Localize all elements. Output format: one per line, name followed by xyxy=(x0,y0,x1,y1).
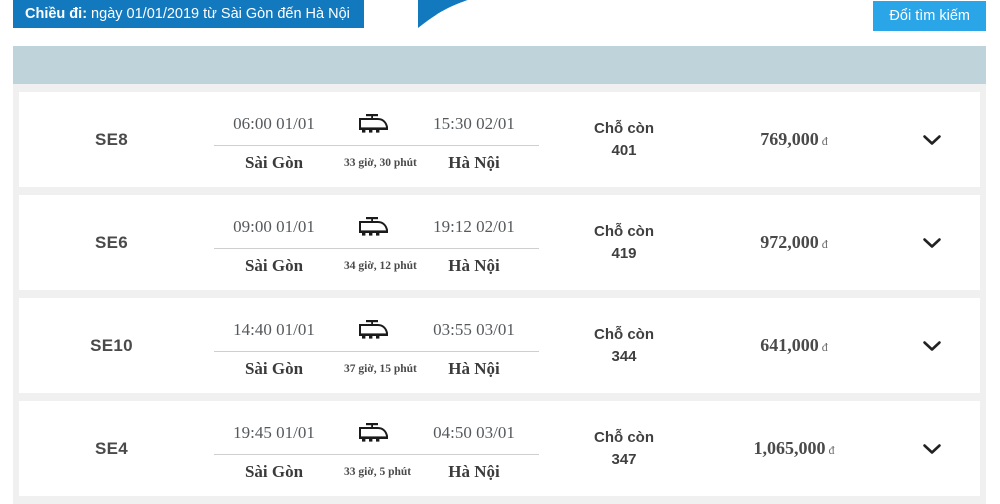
arrive-station: Hà Nội xyxy=(448,359,500,378)
journey-stations: Sài Gòn 33 giờ, 5 phút Hà Nội xyxy=(204,457,544,487)
table-row[interactable]: SE8 06:00 01/01 15:30 02/01 Sài Gòn 33 g… xyxy=(19,92,980,187)
seats-count: 344 xyxy=(611,347,637,365)
depart-station: Sài Gòn xyxy=(244,462,304,481)
train-code: SE8 xyxy=(94,129,129,149)
depart-station: Sài Gòn xyxy=(244,359,304,378)
results-panel: SE8 06:00 01/01 15:30 02/01 Sài Gòn 33 g… xyxy=(13,46,986,504)
chevron-down-icon xyxy=(922,236,942,250)
trip-direction-banner: Chiều đi: ngày 01/01/2019 từ Sài Gòn đến… xyxy=(13,0,364,28)
price-value: 641,000 xyxy=(760,335,819,355)
price-value: 769,000 xyxy=(760,129,819,149)
depart-time: 14:40 01/01 xyxy=(233,320,315,339)
train-code: SE4 xyxy=(94,438,129,458)
journey-stations: Sài Gòn 34 giờ, 12 phút Hà Nội xyxy=(204,251,544,281)
change-search-button[interactable]: Đổi tìm kiếm xyxy=(873,1,986,31)
journey-divider xyxy=(214,145,539,146)
banner-detail: ngày 01/01/2019 từ Sài Gòn đến Hà Nội xyxy=(87,6,350,22)
train-code: SE6 xyxy=(94,232,129,252)
journey-times: 14:40 01/01 03:55 03/01 xyxy=(204,318,544,342)
seats-count: 419 xyxy=(611,244,637,262)
journey-summary: 19:45 01/01 04:50 03/01 Sài Gòn 33 giờ, … xyxy=(204,401,544,496)
journey-stations: Sài Gòn 33 giờ, 30 phút Hà Nội xyxy=(204,148,544,178)
price-currency: đ xyxy=(821,340,828,354)
depart-time: 09:00 01/01 xyxy=(233,217,315,236)
journey-summary: 14:40 01/01 03:55 03/01 Sài Gòn 37 giờ, … xyxy=(204,298,544,393)
price-currency: đ xyxy=(821,237,828,251)
seats-label: Chỗ còn xyxy=(594,428,654,446)
expand-row-button[interactable] xyxy=(884,236,980,250)
arrive-time: 03:55 03/01 xyxy=(433,320,515,339)
chevron-down-icon xyxy=(922,442,942,456)
seats-label: Chỗ còn xyxy=(594,119,654,137)
arrive-time: 15:30 02/01 xyxy=(433,114,515,133)
journey-divider xyxy=(214,351,539,352)
results-list: SE8 06:00 01/01 15:30 02/01 Sài Gòn 33 g… xyxy=(13,84,986,496)
table-row[interactable]: SE4 19:45 01/01 04:50 03/01 Sài Gòn 33 g… xyxy=(19,401,980,496)
journey-stations: Sài Gòn 37 giờ, 15 phút Hà Nội xyxy=(204,354,544,384)
ticket-price: 769,000 đ xyxy=(704,129,884,150)
seats-label: Chỗ còn xyxy=(594,325,654,343)
depart-time: 19:45 01/01 xyxy=(233,423,315,442)
table-row[interactable]: SE6 09:00 01/01 19:12 02/01 Sài Gòn 34 g… xyxy=(19,195,980,290)
depart-station: Sài Gòn xyxy=(244,256,304,275)
journey-summary: 06:00 01/01 15:30 02/01 Sài Gòn 33 giờ, … xyxy=(204,92,544,187)
arrive-station: Hà Nội xyxy=(448,153,500,172)
chevron-down-icon xyxy=(922,339,942,353)
arrive-station: Hà Nội xyxy=(448,462,500,481)
journey-summary: 09:00 01/01 19:12 02/01 Sài Gòn 34 giờ, … xyxy=(204,195,544,290)
depart-time: 06:00 01/01 xyxy=(233,114,315,133)
seats-available: Chỗ còn 344 xyxy=(544,324,704,368)
depart-station: Sài Gòn xyxy=(244,153,304,172)
seats-label: Chỗ còn xyxy=(594,222,654,240)
expand-row-button[interactable] xyxy=(884,339,980,353)
seats-count: 347 xyxy=(611,450,637,468)
journey-divider xyxy=(214,454,539,455)
seats-available: Chỗ còn 347 xyxy=(544,427,704,471)
table-row[interactable]: SE10 14:40 01/01 03:55 03/01 Sài Gòn 37 … xyxy=(19,298,980,393)
journey-duration: 37 giờ, 15 phút xyxy=(344,363,417,375)
seats-count: 401 xyxy=(611,141,637,159)
journey-times: 06:00 01/01 15:30 02/01 xyxy=(204,112,544,136)
arrive-time: 04:50 03/01 xyxy=(433,423,515,442)
expand-row-button[interactable] xyxy=(884,133,980,147)
results-table-header xyxy=(13,46,986,84)
ticket-price: 1,065,000 đ xyxy=(704,438,884,459)
seats-available: Chỗ còn 401 xyxy=(544,118,704,162)
price-value: 972,000 xyxy=(760,232,819,252)
journey-duration: 33 giờ, 5 phút xyxy=(344,466,412,478)
chevron-down-icon xyxy=(922,133,942,147)
arrive-time: 19:12 02/01 xyxy=(433,217,515,236)
ticket-price: 972,000 đ xyxy=(704,232,884,253)
train-code: SE10 xyxy=(90,335,133,355)
journey-times: 19:45 01/01 04:50 03/01 xyxy=(204,421,544,445)
train-icon xyxy=(344,423,404,443)
expand-row-button[interactable] xyxy=(884,442,980,456)
journey-duration: 34 giờ, 12 phút xyxy=(344,260,417,272)
seats-available: Chỗ còn 419 xyxy=(544,221,704,265)
journey-duration: 33 giờ, 30 phút xyxy=(344,157,417,169)
ticket-price: 641,000 đ xyxy=(704,335,884,356)
banner-prefix: Chiều đi: xyxy=(25,6,88,22)
arrive-station: Hà Nội xyxy=(448,256,500,275)
train-icon xyxy=(344,114,404,134)
price-currency: đ xyxy=(828,443,835,457)
train-icon xyxy=(344,320,404,340)
train-icon xyxy=(344,217,404,237)
top-bar: Chiều đi: ngày 01/01/2019 từ Sài Gòn đến… xyxy=(0,0,1000,40)
ribbon-tail-decoration xyxy=(418,0,468,28)
price-value: 1,065,000 xyxy=(753,438,826,458)
price-currency: đ xyxy=(821,134,828,148)
journey-times: 09:00 01/01 19:12 02/01 xyxy=(204,215,544,239)
page-root: Chiều đi: ngày 01/01/2019 từ Sài Gòn đến… xyxy=(0,0,1000,504)
journey-divider xyxy=(214,248,539,249)
